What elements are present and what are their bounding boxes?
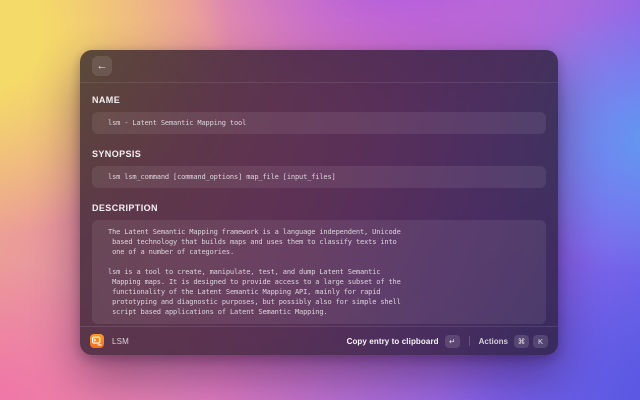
copy-entry-label: Copy entry to clipboard (347, 337, 439, 346)
section-description: DESCRIPTION The Latent Semantic Mapping … (92, 203, 546, 324)
footer-app-info: LSM (90, 334, 129, 348)
section-heading-name: NAME (92, 95, 546, 105)
window-footer: LSM Copy entry to clipboard ↵ Actions ⌘ … (80, 326, 558, 355)
footer-app-name: LSM (112, 337, 129, 346)
synopsis-code-block: lsm lsm_command [command_options] map_fi… (92, 166, 546, 188)
desktop-background: ← NAME lsm - Latent Semantic Mapping too… (0, 0, 640, 400)
actions-menu-label: Actions (479, 337, 508, 346)
command-key-badge: ⌘ (514, 335, 529, 348)
back-arrow-icon: ← (97, 60, 108, 72)
actions-menu-button[interactable]: Actions ⌘ K (479, 335, 548, 348)
man-pages-app-icon (90, 334, 104, 348)
section-heading-synopsis: SYNOPSIS (92, 149, 546, 159)
section-name: NAME lsm - Latent Semantic Mapping tool (92, 95, 546, 134)
footer-actions-divider (469, 336, 470, 346)
copy-entry-action[interactable]: Copy entry to clipboard ↵ (347, 335, 460, 348)
section-synopsis: SYNOPSIS lsm lsm_command [command_option… (92, 149, 546, 188)
man-page-content: NAME lsm - Latent Semantic Mapping tool … (80, 83, 558, 326)
footer-actions: Copy entry to clipboard ↵ Actions ⌘ K (347, 335, 548, 348)
window-header: ← (80, 50, 558, 83)
return-key-badge: ↵ (445, 335, 460, 348)
description-code-block: The Latent Semantic Mapping framework is… (92, 220, 546, 324)
k-key-badge: K (533, 335, 548, 348)
name-code-block: lsm - Latent Semantic Mapping tool (92, 112, 546, 134)
section-heading-description: DESCRIPTION (92, 203, 546, 213)
man-page-window: ← NAME lsm - Latent Semantic Mapping too… (80, 50, 558, 355)
back-button[interactable]: ← (92, 56, 112, 76)
